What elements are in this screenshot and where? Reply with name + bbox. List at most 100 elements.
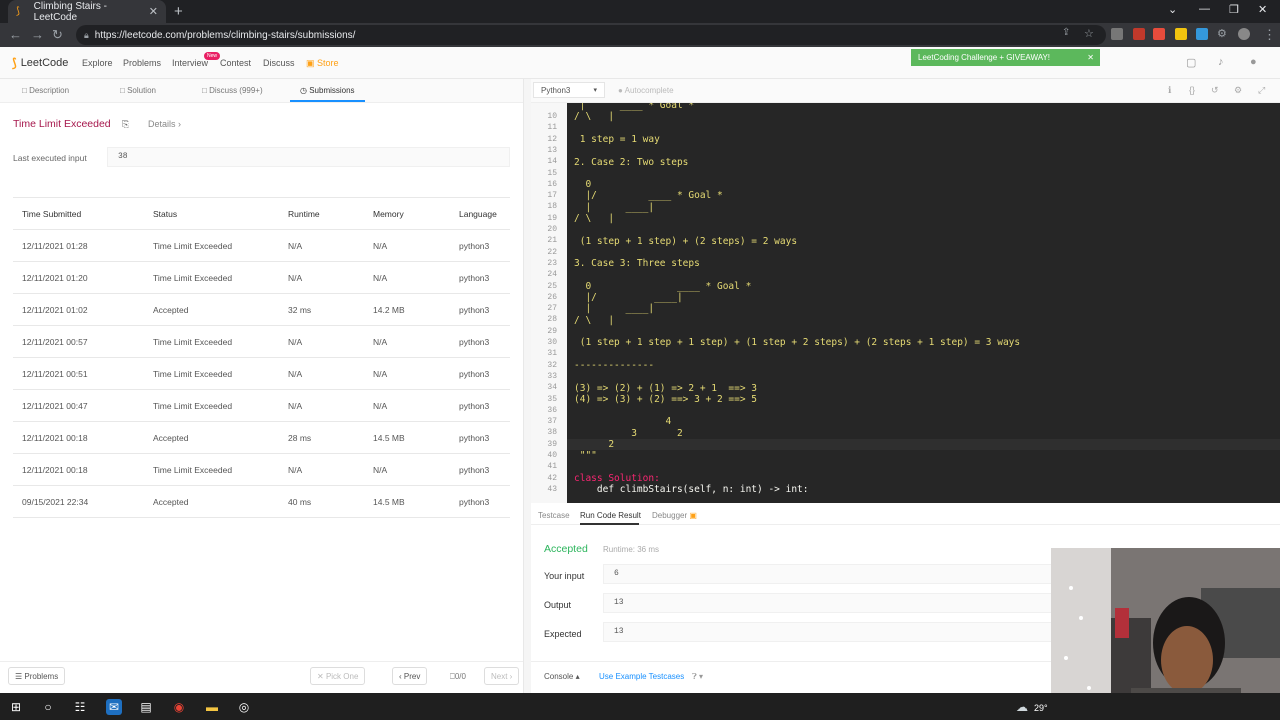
autocomplete-label: Autocomplete: [624, 86, 674, 95]
user-avatar-icon[interactable]: ●: [1250, 56, 1257, 68]
close-banner-icon[interactable]: ✕: [1087, 53, 1094, 62]
nav-interview[interactable]: Interview: [172, 58, 208, 68]
language-select[interactable]: Python3 ▾: [533, 82, 605, 98]
restore-icon[interactable]: ❐: [1229, 3, 1239, 16]
tab-debugger[interactable]: Debugger ▣: [652, 511, 697, 520]
nav-discuss[interactable]: Discuss: [263, 58, 295, 68]
cell-status[interactable]: Accepted: [144, 485, 279, 518]
cell-language: python3: [450, 325, 510, 358]
extension-icon[interactable]: [1111, 28, 1123, 40]
terminal-app-icon[interactable]: ▤: [138, 699, 154, 715]
url-bar[interactable]: 🔒︎ https://leetcode.com/problems/climbin…: [76, 25, 1106, 45]
cell-status[interactable]: Time Limit Exceeded: [144, 453, 279, 486]
chrome-app-icon[interactable]: ◉: [171, 699, 187, 715]
nav-contest[interactable]: Contest: [220, 58, 251, 68]
settings-icon[interactable]: ⚙: [1234, 85, 1242, 96]
fullscreen-icon[interactable]: ⤢: [1258, 85, 1265, 96]
prev-button[interactable]: ‹ Prev: [392, 667, 428, 685]
challenge-banner[interactable]: LeetCoding Challenge + GIVEAWAY! ✕: [911, 49, 1100, 66]
pick-one-button[interactable]: ✕ Pick One: [310, 667, 366, 685]
close-tab-icon[interactable]: ✕: [149, 5, 158, 18]
cell-status[interactable]: Time Limit Exceeded: [144, 229, 279, 262]
code-line: class Solution:: [574, 472, 660, 484]
task-view-icon[interactable]: ☷: [72, 699, 88, 715]
autocomplete-toggle[interactable]: ● Autocomplete: [618, 86, 674, 95]
tab-discuss[interactable]: □ Discuss (999+): [202, 86, 263, 95]
app-icon[interactable]: ◎: [236, 699, 252, 715]
code-line: |/ ____|: [574, 292, 683, 304]
bookmark-star-icon[interactable]: ☆: [1084, 27, 1094, 40]
header-status[interactable]: Status: [144, 197, 279, 230]
mail-app-icon[interactable]: ✉: [106, 699, 122, 715]
next-button[interactable]: Next ›: [484, 667, 520, 685]
expected-label: Expected: [544, 629, 582, 639]
nav-explore[interactable]: Explore: [82, 58, 113, 68]
tab-submissions[interactable]: ◷ Submissions: [300, 86, 355, 95]
line-number: 33: [547, 371, 557, 381]
tab-search-icon[interactable]: ⌄: [1168, 3, 1177, 16]
line-number: 22: [547, 247, 557, 257]
extension-icon[interactable]: [1196, 28, 1208, 40]
extension-icon[interactable]: [1133, 28, 1145, 40]
browser-tab[interactable]: ⟆ Climbing Stairs - LeetCode ✕: [8, 0, 166, 23]
forward-icon[interactable]: →: [31, 27, 44, 42]
notification-bell-icon[interactable]: ♪: [1218, 56, 1224, 68]
help-icon[interactable]: ❓︎ ▾: [692, 672, 703, 682]
extension-icon[interactable]: [1175, 28, 1187, 40]
header-runtime[interactable]: Runtime: [279, 197, 364, 230]
code-area[interactable]: | ____ * Goal * / \ | 1 step = 1 way 2. Ca…: [567, 103, 1280, 503]
cell-status[interactable]: Time Limit Exceeded: [144, 357, 279, 390]
cell-language: python3: [450, 421, 510, 454]
share-icon[interactable]: ⇪: [1062, 27, 1070, 38]
close-window-icon[interactable]: ✕: [1258, 3, 1267, 16]
new-badge: New: [204, 52, 221, 60]
code-editor[interactable]: 10 11 12 13 14 15 16 17 18 19 20 21 22 23 24 25 26 27 28 29…: [531, 103, 1280, 503]
table-row: 12/11/2021 00:51 Time Limit Exceeded N/A N/…: [13, 357, 510, 390]
current-line-highlight: [567, 439, 1280, 450]
line-number: 14: [547, 157, 557, 167]
line-number: 21: [547, 236, 557, 246]
info-icon[interactable]: ℹ: [1168, 85, 1171, 96]
reload-icon[interactable]: ↻: [52, 27, 63, 43]
pane-splitter[interactable]: [523, 79, 531, 693]
tab-description[interactable]: □ Description: [22, 86, 69, 95]
file-explorer-icon[interactable]: ▬: [204, 699, 220, 715]
tab-testcase[interactable]: Testcase: [538, 511, 570, 520]
cell-status[interactable]: Accepted: [144, 421, 279, 454]
tab-run-code-result[interactable]: Run Code Result: [580, 511, 641, 520]
line-number: 31: [547, 349, 557, 359]
back-icon[interactable]: ←: [9, 27, 22, 42]
extensions-puzzle-icon[interactable]: ⚙: [1217, 27, 1227, 40]
search-icon[interactable]: ○: [40, 699, 56, 715]
copy-icon[interactable]: ⎘: [122, 119, 129, 130]
minimize-icon[interactable]: —: [1199, 3, 1210, 15]
header-language[interactable]: Language: [450, 197, 510, 230]
cell-status[interactable]: Accepted: [144, 293, 279, 326]
reset-icon[interactable]: ↺: [1211, 85, 1219, 96]
code-line: """: [574, 450, 597, 462]
details-link[interactable]: Details ›: [148, 119, 181, 129]
profile-avatar-icon[interactable]: [1238, 28, 1250, 40]
cell-status[interactable]: Time Limit Exceeded: [144, 389, 279, 422]
cell-time: 12/11/2021 00:57: [13, 325, 144, 358]
windows-start-icon[interactable]: ⊞: [8, 699, 24, 715]
nav-problems[interactable]: Problems: [123, 58, 161, 68]
cell-time: 12/11/2021 01:02: [13, 293, 144, 326]
leetcode-logo[interactable]: ⟆ LeetCode: [12, 56, 68, 70]
menu-kebab-icon[interactable]: ⋮: [1263, 27, 1276, 43]
code-line: 3. Case 3: Three steps: [574, 258, 700, 270]
cell-status[interactable]: Time Limit Exceeded: [144, 325, 279, 358]
problems-list-button[interactable]: ☰ Problems: [8, 667, 66, 685]
run-result-status: Accepted: [544, 543, 588, 555]
nav-store[interactable]: ▣ Store: [306, 58, 339, 69]
header-memory[interactable]: Memory: [364, 197, 450, 230]
playground-icon[interactable]: ▢: [1186, 56, 1196, 69]
braces-icon[interactable]: {}: [1189, 85, 1195, 95]
tab-solution[interactable]: □ Solution: [120, 86, 156, 95]
cell-status[interactable]: Time Limit Exceeded: [144, 261, 279, 294]
console-button[interactable]: Console ▴: [544, 672, 580, 681]
use-example-testcases-link[interactable]: Use Example Testcases: [599, 672, 684, 681]
header-time-submitted[interactable]: Time Submitted: [13, 197, 144, 230]
extension-icon[interactable]: [1153, 28, 1165, 40]
new-tab-icon[interactable]: +: [174, 3, 183, 20]
